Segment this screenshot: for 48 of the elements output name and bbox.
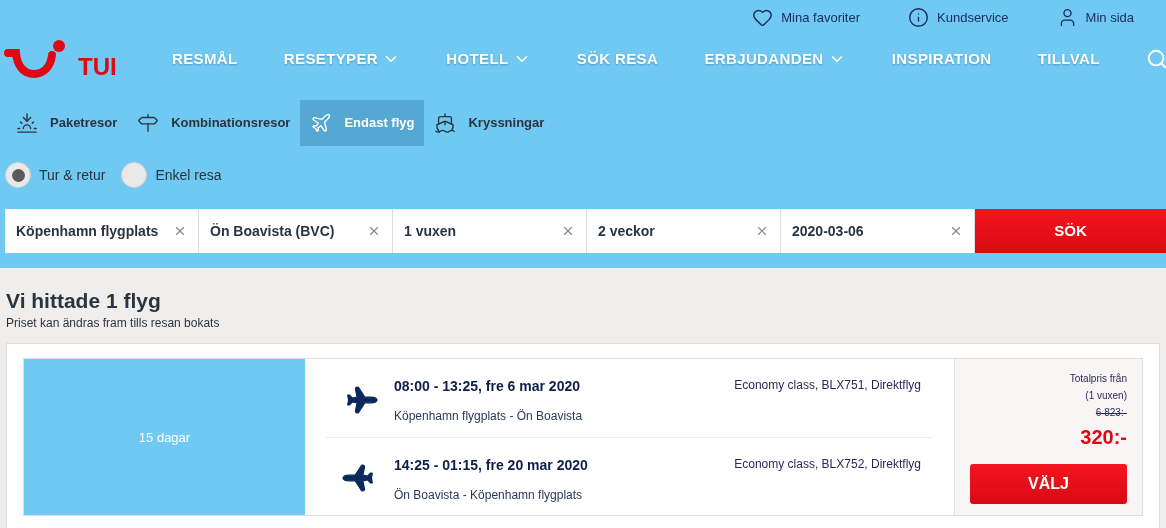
top-link[interactable]: Min sida [1056,5,1134,30]
flight-route: Ön Boavista - Köpenhamn flygplats [394,486,584,504]
trip-type-tab[interactable]: Kombinationsresor [127,100,301,146]
trip-type-tab[interactable]: Kryssningar [424,100,555,146]
duration-text: 15 dagar [138,428,191,447]
flight-details: Economy class, BLX752, Direktflyg [734,455,922,473]
price: 320:- [1080,425,1127,451]
field-value: Ön Boavista (BVC) [210,221,335,241]
radio-label: Tur & retur [39,165,106,185]
field-value: Köpenhamn flygplats [16,221,159,241]
logo-text: TUI [78,55,117,79]
trip-type-tab[interactable]: Paketresor [6,100,128,146]
search-field[interactable]: Köpenhamn flygplats [5,209,199,253]
flight-times: 08:00 - 13:25, fre 6 mar 2020 [394,377,581,397]
radio-button[interactable] [121,162,148,188]
search-button[interactable]: SÖK [975,209,1166,253]
field-value: 2 veckor [598,221,655,241]
results-title: Vi hittade 1 flyg [6,288,162,314]
info-icon [908,7,930,28]
flight-times: 14:25 - 01:15, fre 20 mar 2020 [394,455,589,475]
clear-icon[interactable] [561,224,575,238]
search-field[interactable]: 2020-03-06 [781,209,975,253]
sunset-icon [16,112,38,134]
field-value: 2020-03-06 [792,221,864,241]
radio-button[interactable] [5,162,31,188]
plane-icon [310,112,333,134]
ship-icon [434,112,457,134]
clear-icon[interactable] [755,224,769,238]
radio-label: Enkel resa [155,165,222,185]
flight-details: Economy class, BLX751, Direktflyg [734,377,922,395]
flight-route: Köpenhamn flygplats - Ön Boavista [394,408,584,426]
results-subtitle: Priset kan ändras fram tills resan bokats [6,315,221,333]
search-field[interactable]: 2 veckor [587,209,781,253]
top-link[interactable]: Mina favoriter [752,5,861,30]
field-value: 1 vuxen [404,221,457,241]
select-button[interactable]: VÄLJ [970,464,1127,505]
price-label: Totalpris från [1069,372,1127,387]
search-field[interactable]: 1 vuxen [393,209,587,253]
clear-icon[interactable] [173,224,187,238]
top-link[interactable]: Kundservice [908,5,1009,30]
clear-icon[interactable] [367,224,381,238]
heart-icon [752,7,774,28]
clear-icon[interactable] [949,224,963,238]
price-note: (1 vuxen) [1085,389,1127,404]
search-icon[interactable] [1145,48,1166,70]
search-field[interactable]: Ön Boavista (BVC) [199,209,393,253]
old-price: 6 823:- [1095,406,1127,421]
signpost-icon [137,112,160,134]
